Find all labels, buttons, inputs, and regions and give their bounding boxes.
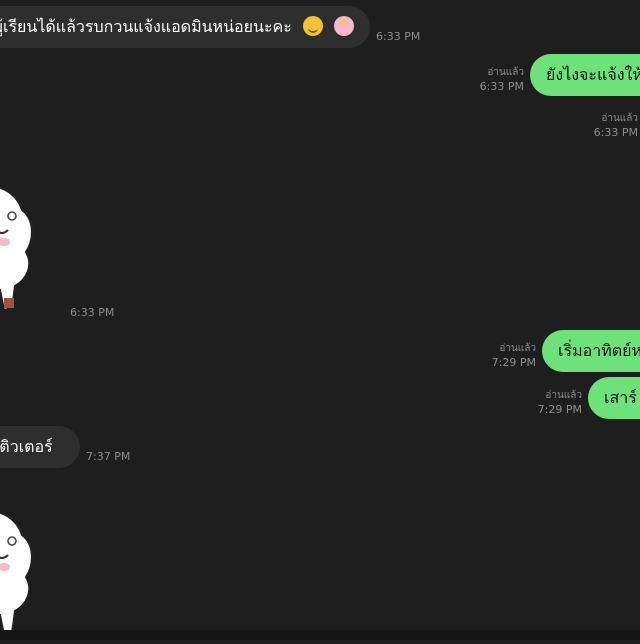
- message-timestamp: 7:37 PM: [86, 450, 131, 463]
- message-timestamp: 6:33 PM: [479, 80, 524, 93]
- person-raising-hand-emoji-icon: [334, 16, 355, 36]
- message-timestamp: 6:33 PM: [593, 126, 638, 139]
- received-message-bubble[interactable]: ค่ะติวเตอร์: [0, 426, 80, 468]
- message-text: อผู้เรียนได้แล้วรบกวนแจ้งแอดมินหน่อยนะคะ: [0, 17, 292, 36]
- message-timestamp: 6:33 PM: [70, 306, 115, 319]
- received-message-bubble[interactable]: อผู้เรียนได้แล้วรบกวนแจ้งแอดมินหน่อยนะคะ: [0, 6, 370, 48]
- message-text: ยังไงจะแจ้งให้: [546, 65, 640, 84]
- sheep-sticker-icon: [0, 511, 33, 637]
- message-timestamp: 7:29 PM: [537, 403, 582, 416]
- message-timestamp: 7:29 PM: [491, 356, 536, 369]
- read-receipt: อ่านแล้ว: [545, 390, 582, 401]
- read-receipt: อ่านแล้ว: [499, 343, 536, 354]
- bottom-bar: [0, 630, 640, 640]
- message-text: เริ่มอาทิตย์ห: [558, 341, 640, 360]
- message-text: เสาร์: [604, 388, 637, 407]
- sent-message-bubble[interactable]: เริ่มอาทิตย์ห: [542, 330, 640, 372]
- sheep-sticker[interactable]: [0, 505, 40, 640]
- sent-message-bubble[interactable]: ยังไงจะแจ้งให้: [530, 54, 640, 96]
- read-receipt: อ่านแล้ว: [487, 67, 524, 78]
- message-meta: อ่านแล้ว 7:29 PM: [492, 342, 536, 370]
- message-meta: อ่านแล้ว 7:29 PM: [538, 389, 582, 417]
- read-receipt: อ่านแล้ว: [601, 113, 638, 124]
- message-text: ค่ะติวเตอร์: [0, 437, 53, 456]
- sheep-sticker[interactable]: [0, 180, 40, 315]
- smiling-face-emoji-icon: [302, 16, 323, 36]
- sheep-sticker-icon: [0, 186, 33, 312]
- message-meta: อ่านแล้ว 6:33 PM: [480, 66, 524, 94]
- message-meta: อ่านแล้ว 6:33 PM: [594, 112, 638, 140]
- sent-message-bubble[interactable]: เสาร์: [588, 377, 640, 419]
- message-timestamp: 6:33 PM: [376, 30, 421, 43]
